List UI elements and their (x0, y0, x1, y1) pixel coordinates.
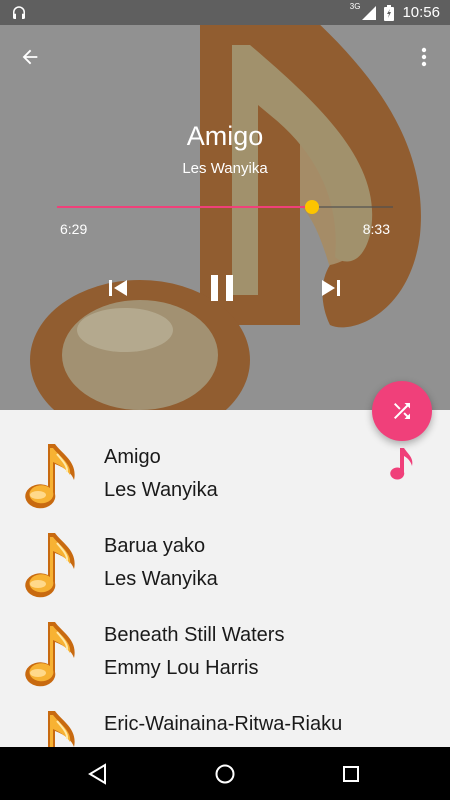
previous-button[interactable] (100, 270, 136, 306)
song-list-item[interactable]: Beneath Still Waters Emmy Lou Harris (0, 588, 450, 687)
song-title: Eric-Wainaina-Ritwa-Riaku (104, 713, 343, 735)
song-title: Beneath Still Waters (104, 624, 285, 646)
now-playing-note-icon (390, 448, 413, 480)
shuffle-icon (394, 403, 410, 419)
more-vert-icon (421, 47, 427, 67)
battery-icon (384, 4, 395, 21)
seek-bar[interactable] (57, 200, 393, 214)
song-list-item[interactable]: Barua yako Les Wanyika (0, 499, 450, 598)
skip-previous-icon (109, 280, 127, 296)
seek-thumb[interactable] (304, 200, 319, 214)
back-button[interactable] (12, 39, 48, 75)
song-title: Barua yako (104, 535, 206, 557)
now-playing-title: Amigo (186, 121, 264, 151)
music-note-icon (22, 707, 80, 747)
song-list: Amigo Les Wanyika Barua yako Les Wanyika… (0, 410, 450, 747)
pause-icon (211, 275, 233, 301)
toolbar (0, 25, 450, 85)
arrow-back-icon (22, 49, 38, 65)
headphones-icon (13, 6, 25, 19)
elapsed-time: 6:29 (60, 221, 88, 237)
nav-home-button[interactable] (210, 759, 240, 789)
status-bar: 3G 10:56 (0, 0, 450, 25)
network-type-label: 3G (349, 2, 361, 11)
shuffle-button[interactable] (372, 381, 432, 441)
song-title: Amigo (104, 446, 161, 468)
now-playing-artist: Les Wanyika (182, 160, 268, 177)
skip-next-icon (322, 280, 340, 296)
clock: 10:56 (402, 4, 440, 21)
signal-icon (362, 5, 377, 20)
seek-progress (57, 206, 312, 208)
song-list-item[interactable]: Eric-Wainaina-Ritwa-Riaku (0, 677, 450, 747)
navigation-bar (0, 747, 450, 800)
nav-recents-icon (343, 766, 359, 782)
nav-back-icon (88, 763, 106, 785)
total-time: 8:33 (362, 221, 390, 237)
nav-back-button[interactable] (83, 759, 113, 789)
next-button[interactable] (313, 270, 349, 306)
pause-button[interactable] (204, 270, 240, 306)
overflow-menu-button[interactable] (406, 39, 442, 75)
nav-home-icon (215, 764, 235, 784)
nav-recents-button[interactable] (336, 759, 366, 789)
